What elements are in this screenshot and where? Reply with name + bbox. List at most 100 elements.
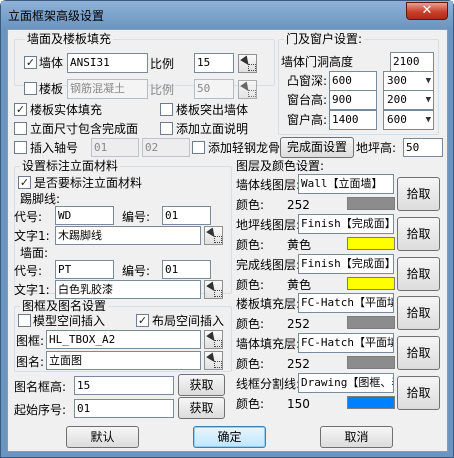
wall-fill-label: 墙体 — [39, 56, 64, 70]
dialog-client-area: 墙面及楼板填充 ✓ 墙体 ANSI31 比例 15 楼板 钢筋混凝土 比例 50… — [7, 29, 448, 452]
frame-block-pick-button[interactable] — [204, 330, 223, 349]
layer-row-label: 地坪线图层: — [236, 218, 301, 232]
layer-name-input[interactable]: FC-Hatch【平面填充 — [298, 293, 394, 313]
skirting-number-input[interactable]: 01 — [162, 206, 211, 225]
bay-window-depth-select[interactable]: 300 ▼ — [383, 71, 434, 91]
layer-name-input[interactable]: Drawing【图框、表 — [298, 373, 394, 393]
insert-axis-checkbox[interactable] — [14, 141, 27, 154]
include-finish-dims-label: 立面尺寸包含完成面 — [30, 122, 139, 136]
layer-color-label: 颜色: — [236, 357, 265, 371]
layer-pick-button[interactable]: 拾取 — [397, 257, 440, 291]
selection-box-icon — [214, 290, 222, 297]
frame-title-group-title: 图框及图名设置 — [20, 299, 109, 313]
close-icon: ✕ — [421, 3, 433, 18]
title-box-height-input[interactable]: 15 — [74, 376, 174, 395]
layer-color-swatch[interactable] — [347, 237, 395, 250]
material-annotation-group-title: 设置标注立面材料 — [20, 159, 121, 173]
skirting-title: 踢脚线: — [20, 192, 61, 206]
drawing-name-pick-button[interactable] — [204, 351, 223, 370]
layer-color-swatch[interactable] — [347, 316, 395, 329]
add-light-steel-checkbox[interactable] — [192, 141, 205, 154]
bay-window-depth-input[interactable]: 600 — [329, 71, 377, 91]
layer-color-swatch[interactable] — [347, 277, 395, 290]
title-box-height-label: 图名框高: — [14, 380, 67, 394]
add-elevation-note-checkbox[interactable] — [160, 122, 173, 135]
frame-block-label: 图框: — [16, 334, 45, 348]
floor-height-input[interactable]: 50 — [403, 138, 443, 157]
wall-scale-label: 比例 — [150, 57, 175, 71]
dialog-window: 立面框架高级设置 ✕ 墙面及楼板填充 ✓ 墙体 ANSI31 比例 15 楼板 … — [0, 0, 454, 458]
include-finish-dims-checkbox[interactable] — [14, 122, 27, 135]
skirting-text-pick-button[interactable] — [204, 226, 223, 245]
solid-fill-checkbox[interactable]: ✓ — [14, 103, 27, 116]
layer-color-value: 150 — [287, 397, 310, 411]
layer-pick-button[interactable]: 拾取 — [397, 177, 440, 211]
drawing-name-label: 图名: — [16, 355, 45, 369]
window-height-input[interactable]: 1400 — [329, 110, 377, 130]
wall-scale-input[interactable]: 15 — [194, 53, 234, 73]
layer-pick-button[interactable]: 拾取 — [397, 376, 440, 410]
layer-pick-button[interactable]: 拾取 — [397, 296, 440, 330]
layer-row-label: 墙体线图层: — [236, 178, 301, 192]
model-space-checkbox[interactable] — [18, 314, 31, 327]
skirting-code-label: 代号: — [14, 210, 43, 224]
close-button[interactable]: ✕ — [406, 2, 448, 20]
layer-name-input[interactable]: FC-Hatch【平面填充 — [298, 333, 394, 353]
wall-face-text-pick-button[interactable] — [204, 280, 223, 299]
sill-height-select-value: 200 — [387, 93, 407, 106]
layer-color-label: 颜色: — [236, 198, 265, 212]
layer-name-input[interactable]: Wall【立面墙】 — [298, 174, 394, 194]
drawing-name-input[interactable]: 立面图 — [46, 351, 201, 370]
solid-fill-label: 楼板实体填充 — [30, 103, 103, 117]
layer-row-label: 线框分割线: — [236, 377, 301, 391]
layer-color-label: 颜色: — [236, 238, 265, 252]
chevron-down-icon: ▼ — [425, 95, 431, 105]
wall-face-code-input[interactable]: PT — [55, 260, 114, 279]
door-height-input[interactable]: 2100 — [390, 52, 434, 72]
slab-fill-checkbox[interactable] — [24, 82, 37, 95]
layer-name-input[interactable]: Finish【完成面】 — [298, 214, 394, 234]
cancel-button[interactable]: 取消 — [320, 426, 393, 448]
skirting-text-input[interactable]: 木踢脚线 — [55, 226, 201, 245]
wall-face-text-input[interactable]: 白色乳胶漆 — [55, 280, 201, 299]
axis-end-input[interactable]: 02 — [142, 138, 190, 157]
layout-space-checkbox[interactable]: ✓ — [136, 314, 149, 327]
default-button[interactable]: 默认 — [66, 426, 139, 448]
sill-height-select[interactable]: 200 ▼ — [383, 90, 434, 110]
layer-color-value: 252 — [287, 357, 310, 371]
finish-settings-button[interactable]: 完成面设置 — [280, 137, 354, 158]
ok-button[interactable]: 确定 — [193, 426, 266, 448]
title-bar[interactable]: 立面框架高级设置 ✕ — [1, 1, 453, 29]
start-number-input[interactable]: 01 — [74, 399, 174, 418]
wall-face-number-input[interactable]: 01 — [162, 260, 211, 279]
layer-color-swatch[interactable] — [347, 197, 395, 210]
slab-material-pick-button[interactable] — [238, 80, 257, 99]
axis-start-input[interactable]: 01 — [91, 138, 139, 157]
get-number-button[interactable]: 获取 — [178, 397, 225, 419]
bay-window-depth-label: 凸窗深: — [287, 74, 328, 88]
layer-color-swatch[interactable] — [347, 356, 395, 369]
start-number-label: 起始序号: — [14, 403, 67, 417]
wall-fill-checkbox[interactable]: ✓ — [24, 56, 37, 69]
layer-pick-button[interactable]: 拾取 — [397, 217, 440, 251]
sill-height-input[interactable]: 900 — [329, 90, 377, 110]
layer-pick-button[interactable]: 拾取 — [397, 336, 440, 370]
window-height-select[interactable]: 600 ▼ — [383, 110, 434, 130]
layer-color-label: 颜色: — [236, 317, 265, 331]
add-elevation-note-label: 添加立面说明 — [176, 122, 249, 136]
skirting-code-input[interactable]: WD — [55, 206, 114, 225]
slab-material-input[interactable]: 钢筋混凝土 — [67, 79, 148, 99]
skirting-text-label: 文字1: — [14, 229, 50, 243]
floor-height-label: 地坪高: — [356, 141, 397, 155]
wall-material-input[interactable]: ANSI31 — [67, 53, 148, 73]
layer-color-swatch[interactable] — [347, 396, 395, 409]
wall-face-text-label: 文字1: — [14, 283, 50, 297]
slab-protrude-checkbox[interactable] — [160, 103, 173, 116]
frame-block-input[interactable]: HL_TBOX_A2 — [46, 330, 201, 349]
wall-material-pick-button[interactable] — [238, 54, 257, 73]
layer-name-input[interactable]: Finish【完成面】 — [298, 254, 394, 274]
annotate-material-checkbox[interactable]: ✓ — [18, 176, 31, 189]
slab-scale-input[interactable]: 50 — [194, 79, 234, 99]
selection-box-icon — [214, 340, 222, 347]
get-height-button[interactable]: 获取 — [178, 374, 225, 396]
